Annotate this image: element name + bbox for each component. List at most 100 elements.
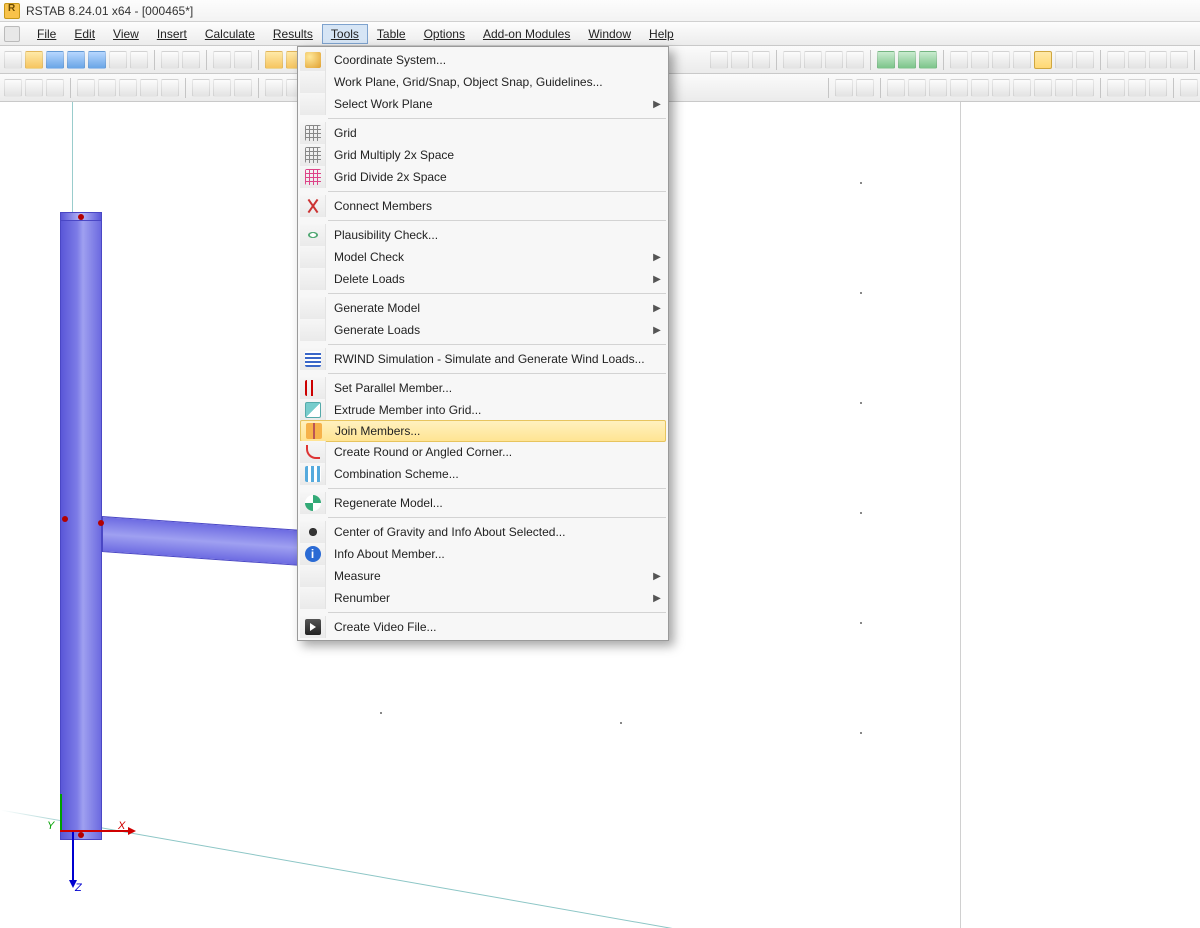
tb-c-icon[interactable] — [752, 51, 770, 69]
menu-help[interactable]: Help — [640, 24, 683, 44]
tb-undo-icon[interactable] — [213, 51, 231, 69]
tb2-u-icon[interactable] — [887, 79, 905, 97]
tb2-w-icon[interactable] — [929, 79, 947, 97]
menu-results[interactable]: Results — [264, 24, 322, 44]
tb-r-icon[interactable] — [1107, 51, 1125, 69]
menu-options[interactable]: Options — [415, 24, 474, 44]
tb-d-icon[interactable] — [783, 51, 801, 69]
menu-file[interactable]: File — [28, 24, 65, 44]
menu-view[interactable]: View — [104, 24, 148, 44]
menu-edit[interactable]: Edit — [65, 24, 104, 44]
tb2-x-icon[interactable] — [950, 79, 968, 97]
menu-insert[interactable]: Insert — [148, 24, 196, 44]
tb-m-icon[interactable] — [992, 51, 1010, 69]
menu-coordinate-system[interactable]: Coordinate System... — [300, 49, 666, 71]
menu-renumber[interactable]: Renumber ▶ — [300, 587, 666, 609]
menu-tools[interactable]: Tools — [322, 24, 368, 44]
tb-u-icon[interactable] — [1170, 51, 1188, 69]
model-node[interactable] — [62, 516, 68, 522]
tb2-t-icon[interactable] — [856, 79, 874, 97]
tb2-s-icon[interactable] — [835, 79, 853, 97]
tb-l-icon[interactable] — [971, 51, 989, 69]
tb2-y-icon[interactable] — [971, 79, 989, 97]
menu-set-parallel-member[interactable]: Set Parallel Member... — [300, 377, 666, 399]
menu-measure[interactable]: Measure ▶ — [300, 565, 666, 587]
tb-o-icon[interactable] — [1034, 51, 1052, 69]
tb2-z-icon[interactable] — [992, 79, 1010, 97]
tb-k-icon[interactable] — [950, 51, 968, 69]
menu-rwind-simulation[interactable]: RWIND Simulation - Simulate and Generate… — [300, 348, 666, 370]
tb-clipboard2-icon[interactable] — [182, 51, 200, 69]
tb-select-icon[interactable] — [265, 51, 283, 69]
tb-p-icon[interactable] — [1055, 51, 1073, 69]
menu-work-plane-grid-snap[interactable]: Work Plane, Grid/Snap, Object Snap, Guid… — [300, 71, 666, 93]
menu-combination-scheme[interactable]: Combination Scheme... — [300, 463, 666, 485]
tb-printreport-icon[interactable] — [130, 51, 148, 69]
tb2-ad-icon[interactable] — [1076, 79, 1094, 97]
menu-create-video-file[interactable]: Create Video File... — [300, 616, 666, 638]
menu-addon-modules[interactable]: Add-on Modules — [474, 24, 579, 44]
tb-save-icon[interactable] — [46, 51, 64, 69]
tb2-b-icon[interactable] — [25, 79, 43, 97]
tb-open-icon[interactable] — [25, 51, 43, 69]
tb2-aa-icon[interactable] — [1013, 79, 1031, 97]
tb2-ae-icon[interactable] — [1107, 79, 1125, 97]
document-icon[interactable] — [4, 26, 20, 42]
tb-a-icon[interactable] — [710, 51, 728, 69]
tb2-ag-icon[interactable] — [1149, 79, 1167, 97]
tb-q-icon[interactable] — [1076, 51, 1094, 69]
tb2-e-icon[interactable] — [98, 79, 116, 97]
menu-delete-loads[interactable]: Delete Loads ▶ — [300, 268, 666, 290]
tb2-g-icon[interactable] — [140, 79, 158, 97]
tb-j-icon[interactable] — [919, 51, 937, 69]
menu-info-about-member[interactable]: i Info About Member... — [300, 543, 666, 565]
model-node[interactable] — [98, 520, 104, 526]
menu-plausibility-check[interactable]: Plausibility Check... — [300, 224, 666, 246]
tb-redo-icon[interactable] — [234, 51, 252, 69]
tb2-v-icon[interactable] — [908, 79, 926, 97]
tb-n-icon[interactable] — [1013, 51, 1031, 69]
tb-h-icon[interactable] — [877, 51, 895, 69]
tb-i-icon[interactable] — [898, 51, 916, 69]
menu-grid-divide[interactable]: Grid Divide 2x Space — [300, 166, 666, 188]
menu-grid[interactable]: Grid — [300, 122, 666, 144]
menu-table[interactable]: Table — [368, 24, 415, 44]
tb-t-icon[interactable] — [1149, 51, 1167, 69]
menu-create-corner[interactable]: Create Round or Angled Corner... — [300, 441, 666, 463]
tb2-j-icon[interactable] — [213, 79, 231, 97]
menu-window[interactable]: Window — [579, 24, 640, 44]
tb-saveas-icon[interactable] — [88, 51, 106, 69]
menu-regenerate-model[interactable]: Regenerate Model... — [300, 492, 666, 514]
tb-s-icon[interactable] — [1128, 51, 1146, 69]
menu-extrude-member[interactable]: Extrude Member into Grid... — [300, 399, 666, 421]
menu-center-of-gravity[interactable]: Center of Gravity and Info About Selecte… — [300, 521, 666, 543]
tb-e-icon[interactable] — [804, 51, 822, 69]
model-node[interactable] — [78, 832, 84, 838]
model-node[interactable] — [78, 214, 84, 220]
tb2-l-icon[interactable] — [265, 79, 283, 97]
menu-join-members[interactable]: Join Members... — [300, 420, 666, 442]
menu-select-work-plane[interactable]: Select Work Plane ▶ — [300, 93, 666, 115]
tb-g-icon[interactable] — [846, 51, 864, 69]
menu-calculate[interactable]: Calculate — [196, 24, 264, 44]
tb-clipboard-icon[interactable] — [161, 51, 179, 69]
menu-connect-members[interactable]: Connect Members — [300, 195, 666, 217]
tb2-af-icon[interactable] — [1128, 79, 1146, 97]
tb-f-icon[interactable] — [825, 51, 843, 69]
model-column[interactable] — [60, 220, 102, 840]
tb2-f-icon[interactable] — [119, 79, 137, 97]
tb-new-icon[interactable] — [4, 51, 22, 69]
model-beam[interactable] — [102, 516, 312, 567]
menu-model-check[interactable]: Model Check ▶ — [300, 246, 666, 268]
tb2-i-icon[interactable] — [192, 79, 210, 97]
tb2-d-icon[interactable] — [77, 79, 95, 97]
tb2-k-icon[interactable] — [234, 79, 252, 97]
menu-generate-loads[interactable]: Generate Loads ▶ — [300, 319, 666, 341]
tb2-a-icon[interactable] — [4, 79, 22, 97]
tb2-h-icon[interactable] — [161, 79, 179, 97]
tb-b-icon[interactable] — [731, 51, 749, 69]
tb2-ab-icon[interactable] — [1034, 79, 1052, 97]
tb2-c-icon[interactable] — [46, 79, 64, 97]
tb-saveall-icon[interactable] — [67, 51, 85, 69]
tb2-ah-icon[interactable] — [1180, 79, 1198, 97]
